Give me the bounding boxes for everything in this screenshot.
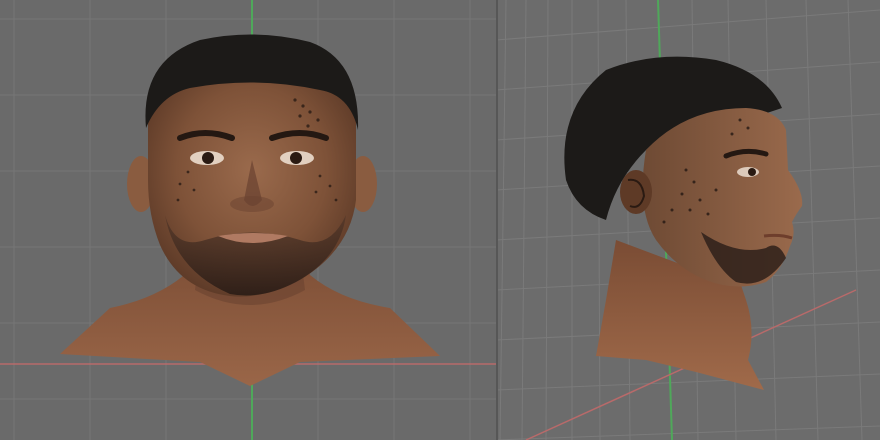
modeling-app-workspace [0,0,880,440]
front-viewport-canvas[interactable] [0,0,496,440]
side-viewport[interactable] [496,0,880,440]
front-head-model[interactable] [60,34,440,386]
viewport-divider[interactable] [496,0,498,440]
side-head-model[interactable] [564,56,803,390]
front-viewport[interactable] [0,0,496,440]
side-viewport-canvas[interactable] [496,0,880,440]
